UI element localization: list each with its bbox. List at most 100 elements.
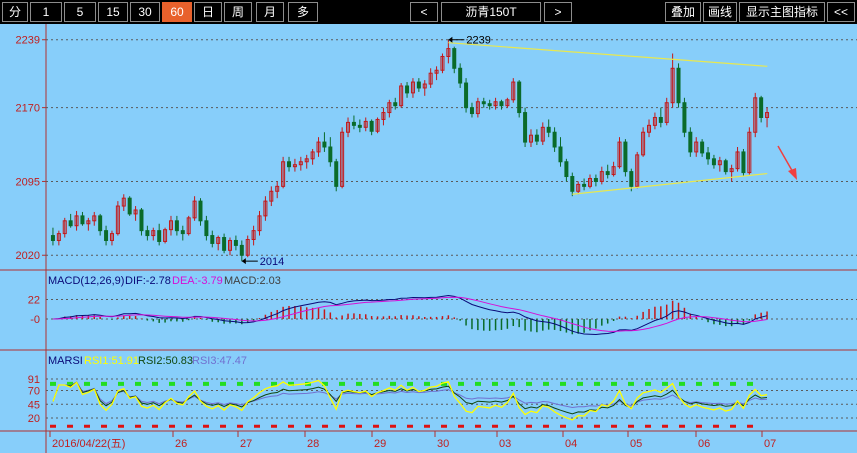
high-marker-label: 2239: [466, 35, 490, 47]
time-axis-label: 2016/04/22(五): [52, 438, 125, 450]
candle-body[interactable]: [552, 131, 557, 148]
candle-body[interactable]: [405, 85, 410, 94]
period-button-15[interactable]: 15: [98, 2, 128, 22]
candle-body[interactable]: [570, 176, 575, 192]
y-tick-label: 2095: [16, 176, 40, 188]
candle-body[interactable]: [629, 171, 634, 187]
time-axis-label: 04: [565, 438, 577, 450]
chart-area[interactable]: 2239 2170 2095 2020 2239 2014 22 -0 MACD(12,26,9…: [0, 24, 857, 453]
candle-body[interactable]: [393, 102, 398, 107]
high-arrow-icon: [448, 36, 453, 43]
candle-body[interactable]: [523, 112, 528, 143]
rsi1-label: RSI1:51.91: [84, 355, 139, 367]
candle-body[interactable]: [145, 230, 150, 237]
candle-body[interactable]: [127, 197, 132, 215]
candle-body[interactable]: [487, 103, 492, 107]
candle-body[interactable]: [80, 215, 85, 225]
candle-body[interactable]: [517, 81, 522, 114]
candle-body[interactable]: [605, 171, 610, 176]
candle-body[interactable]: [369, 120, 374, 132]
candle-body[interactable]: [416, 81, 421, 89]
rsi-tick-label: 91: [28, 374, 40, 386]
period-button-60[interactable]: 60: [162, 2, 192, 22]
candle-body[interactable]: [174, 220, 179, 232]
period-button-多[interactable]: 多: [288, 2, 318, 22]
candle-body[interactable]: [711, 158, 716, 166]
candle-body[interactable]: [157, 230, 162, 242]
period-button-分[interactable]: 分: [2, 2, 28, 22]
candle-body[interactable]: [98, 215, 103, 232]
candle-body[interactable]: [328, 146, 333, 163]
candle-body[interactable]: [499, 101, 504, 107]
y-tick-label: 2170: [16, 103, 40, 115]
candle-body[interactable]: [593, 177, 598, 182]
candle-body[interactable]: [210, 235, 215, 244]
period-button-月[interactable]: 月: [256, 2, 284, 22]
candle-body[interactable]: [688, 131, 693, 153]
candle-body[interactable]: [741, 151, 746, 174]
candle-body[interactable]: [334, 161, 339, 187]
candle-body[interactable]: [233, 239, 238, 246]
candle-body[interactable]: [204, 220, 209, 237]
candle-body[interactable]: [676, 67, 681, 104]
period-button-周[interactable]: 周: [224, 2, 252, 22]
rsi-tick-label: 70: [28, 386, 40, 398]
draw-line-button[interactable]: 画线: [703, 2, 737, 22]
period-button-5[interactable]: 5: [64, 2, 96, 22]
candle-body[interactable]: [68, 220, 73, 227]
time-axis-label: 05: [630, 438, 642, 450]
candle-body[interactable]: [658, 116, 663, 123]
candle-body[interactable]: [682, 102, 687, 133]
show-main-indicator-button[interactable]: 显示主图指标: [739, 2, 825, 22]
next-symbol-button[interactable]: >: [544, 2, 572, 22]
candle-body[interactable]: [239, 244, 244, 256]
candle-body[interactable]: [481, 101, 486, 105]
period-button-30[interactable]: 30: [130, 2, 160, 22]
prev-symbol-button[interactable]: <: [410, 2, 438, 22]
candle-body[interactable]: [759, 97, 764, 118]
candle-body[interactable]: [198, 200, 203, 222]
candle-body[interactable]: [104, 230, 109, 241]
overlay-button[interactable]: 叠加: [665, 2, 701, 22]
candle-body[interactable]: [582, 183, 587, 187]
candle-body[interactable]: [139, 209, 144, 232]
time-axis-label: 29: [374, 438, 386, 450]
candle-body[interactable]: [222, 237, 227, 251]
time-axis-label: 06: [698, 438, 710, 450]
candle-body[interactable]: [706, 152, 711, 160]
candle-body[interactable]: [546, 126, 551, 133]
candle-body[interactable]: [469, 107, 474, 115]
rsi1-line: [52, 379, 768, 421]
trendline-upper: [448, 42, 768, 67]
period-button-1[interactable]: 1: [30, 2, 62, 22]
macd-dea-label: DEA:-3.79: [172, 275, 223, 287]
candle-body[interactable]: [458, 67, 463, 84]
time-axis-label: 30: [437, 438, 449, 450]
macd-dif-line: [52, 294, 768, 336]
macd-tick-label: -0: [30, 314, 40, 326]
period-button-日[interactable]: 日: [194, 2, 222, 22]
candle-body[interactable]: [452, 48, 457, 69]
rsi2-label: RSI2:50.83: [138, 355, 193, 367]
macd-title: MACD(12,26,9): [48, 275, 124, 287]
candle-body[interactable]: [558, 146, 563, 163]
candle-body[interactable]: [322, 141, 327, 148]
candle-body[interactable]: [180, 230, 185, 235]
candle-body[interactable]: [357, 124, 362, 128]
candle-body[interactable]: [534, 134, 539, 142]
candle-body[interactable]: [623, 141, 628, 173]
collapse-button[interactable]: <<: [827, 2, 855, 22]
candle-body[interactable]: [464, 82, 469, 109]
app-window: 分 1 5 15 30 60 日周月多 < 沥青150T > 叠加 画线 显示主图指标 << 2239 21…: [0, 0, 857, 453]
candle-body[interactable]: [700, 141, 705, 154]
low-marker-label: 2014: [260, 256, 284, 268]
macd-tick-label: 22: [28, 295, 40, 307]
y-tick-label: 2020: [16, 250, 40, 262]
candle-body[interactable]: [287, 161, 292, 168]
symbol-title[interactable]: 沥青150T: [441, 2, 541, 22]
time-axis-label: 27: [240, 438, 252, 450]
candle-body[interactable]: [50, 235, 55, 241]
candle-body[interactable]: [351, 121, 356, 126]
candle-body[interactable]: [723, 160, 728, 173]
candle-body[interactable]: [564, 161, 569, 178]
